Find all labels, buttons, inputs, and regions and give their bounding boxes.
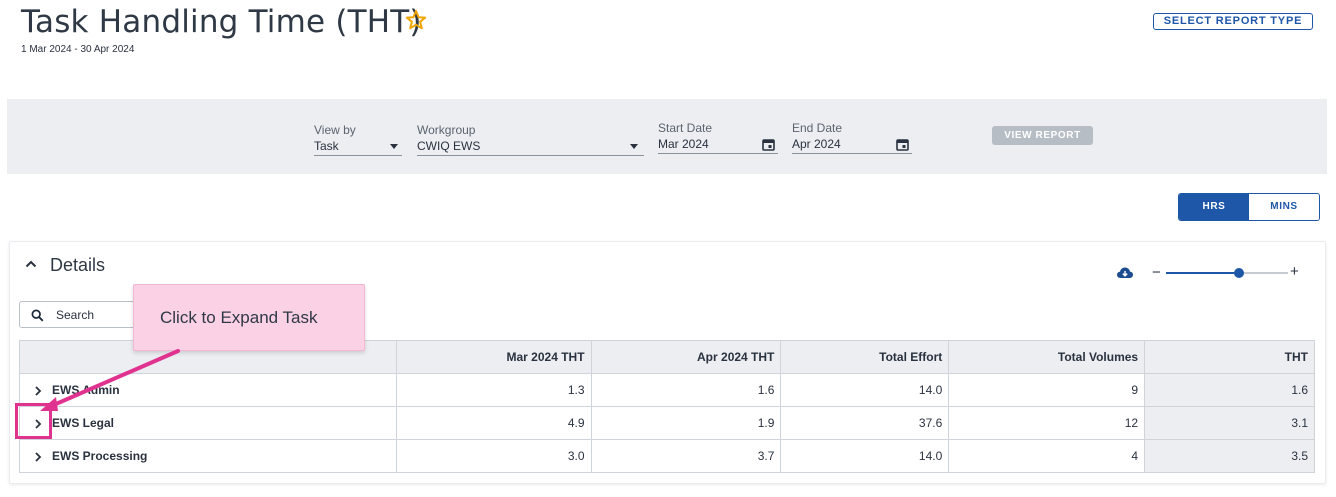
view-report-button[interactable]: VIEW REPORT xyxy=(992,126,1093,145)
total-volumes-cell: 4 xyxy=(948,439,1146,473)
view-by-label: View by xyxy=(314,123,356,137)
view-by-value: Task xyxy=(314,139,339,153)
page-title: Task Handling Time (THT) xyxy=(21,4,422,40)
view-by-underline xyxy=(314,155,402,156)
task-name: EWS Admin xyxy=(52,383,120,397)
task-name: EWS Legal xyxy=(52,416,115,430)
end-date-label: End Date xyxy=(792,121,843,135)
filter-bar: View by Task Workgroup CWIQ EWS Start Da… xyxy=(7,99,1327,174)
column-header-mar-tht[interactable]: Mar 2024 THT xyxy=(395,340,592,374)
zoom-slider-thumb[interactable] xyxy=(1234,268,1244,278)
start-date-label: Start Date xyxy=(658,121,713,135)
zoom-slider-fill xyxy=(1166,272,1239,274)
chevron-up-icon[interactable] xyxy=(24,257,38,271)
tutorial-callout: Click to Expand Task xyxy=(133,284,365,351)
cloud-download-icon[interactable] xyxy=(1116,265,1134,281)
highlight-box xyxy=(15,403,52,439)
workgroup-label: Workgroup xyxy=(417,123,476,137)
table-row[interactable]: EWS Admin 1.3 1.6 14.0 9 1.6 xyxy=(19,373,1315,407)
tht-cell: 3.5 xyxy=(1144,439,1315,473)
task-name-cell[interactable]: EWS Legal xyxy=(19,406,397,440)
apr-tht-cell: 3.7 xyxy=(590,439,782,473)
end-date-underline xyxy=(792,153,912,154)
calendar-icon[interactable] xyxy=(762,138,775,151)
mar-tht-cell: 1.3 xyxy=(395,373,592,407)
mar-tht-cell: 3.0 xyxy=(395,439,592,473)
tht-table: Mar 2024 THT Apr 2024 THT Total Effort T… xyxy=(19,340,1315,473)
column-header-apr-tht[interactable]: Apr 2024 THT xyxy=(590,340,782,374)
end-date-field[interactable]: End Date Apr 2024 xyxy=(792,121,912,154)
callout-text: Click to Expand Task xyxy=(160,308,318,327)
total-effort-cell: 14.0 xyxy=(780,439,950,473)
zoom-out-button[interactable]: − xyxy=(1152,264,1161,281)
apr-tht-cell: 1.6 xyxy=(590,373,782,407)
column-header-tht[interactable]: THT xyxy=(1144,340,1315,374)
table-row[interactable]: EWS Processing 3.0 3.7 14.0 4 3.5 xyxy=(19,439,1315,473)
search-icon xyxy=(31,309,44,322)
hrs-toggle-button[interactable]: HRS xyxy=(1179,194,1249,220)
column-header-total-effort[interactable]: Total Effort xyxy=(780,340,950,374)
total-volumes-cell: 12 xyxy=(948,406,1146,440)
zoom-slider[interactable] xyxy=(1166,268,1288,278)
select-report-type-button[interactable]: SELECT REPORT TYPE xyxy=(1153,13,1313,30)
apr-tht-cell: 1.9 xyxy=(590,406,782,440)
start-date-field[interactable]: Start Date Mar 2024 xyxy=(658,121,778,154)
task-name: EWS Processing xyxy=(52,449,148,463)
total-volumes-cell: 9 xyxy=(948,373,1146,407)
end-date-value: Apr 2024 xyxy=(792,137,841,151)
star-icon[interactable] xyxy=(404,8,428,32)
tht-cell: 1.6 xyxy=(1144,373,1315,407)
date-range: 1 Mar 2024 - 30 Apr 2024 xyxy=(21,44,135,55)
mar-tht-cell: 4.9 xyxy=(395,406,592,440)
chevron-down-icon xyxy=(630,144,638,149)
start-date-underline xyxy=(658,153,778,154)
column-header-total-volumes[interactable]: Total Volumes xyxy=(948,340,1146,374)
task-name-cell[interactable]: EWS Processing xyxy=(19,439,397,473)
calendar-icon[interactable] xyxy=(896,138,909,151)
chevron-right-icon[interactable] xyxy=(32,385,44,397)
table-row[interactable]: EWS Legal 4.9 1.9 37.6 12 3.1 xyxy=(19,406,1315,440)
workgroup-select[interactable]: Workgroup CWIQ EWS xyxy=(417,123,644,156)
chevron-right-icon[interactable] xyxy=(32,451,44,463)
workgroup-underline xyxy=(417,155,644,156)
start-date-value: Mar 2024 xyxy=(658,137,709,151)
details-title: Details xyxy=(50,255,106,275)
workgroup-value: CWIQ EWS xyxy=(417,139,481,153)
zoom-in-button[interactable]: + xyxy=(1290,263,1299,280)
task-name-cell[interactable]: EWS Admin xyxy=(19,373,397,407)
view-by-select[interactable]: View by Task xyxy=(314,123,402,156)
tht-cell: 3.1 xyxy=(1144,406,1315,440)
mins-toggle-button[interactable]: MINS xyxy=(1249,194,1319,220)
total-effort-cell: 14.0 xyxy=(780,373,950,407)
chevron-down-icon xyxy=(390,144,398,149)
total-effort-cell: 37.6 xyxy=(780,406,950,440)
units-toggle: HRS MINS xyxy=(1178,193,1320,221)
